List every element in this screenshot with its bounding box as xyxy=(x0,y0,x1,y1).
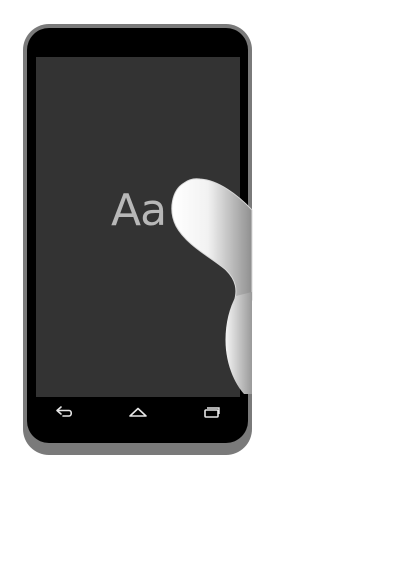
navigation-bar xyxy=(36,399,240,425)
illustration-stage: Aa xyxy=(0,0,410,581)
phone-screen: Aa xyxy=(36,57,240,397)
recents-icon xyxy=(204,407,220,418)
back-icon xyxy=(56,406,73,417)
home-button[interactable] xyxy=(127,404,149,420)
font-size-preview-text: Aa xyxy=(111,185,167,236)
home-icon xyxy=(129,407,147,417)
recents-button[interactable] xyxy=(200,404,222,420)
back-button[interactable] xyxy=(54,404,76,420)
